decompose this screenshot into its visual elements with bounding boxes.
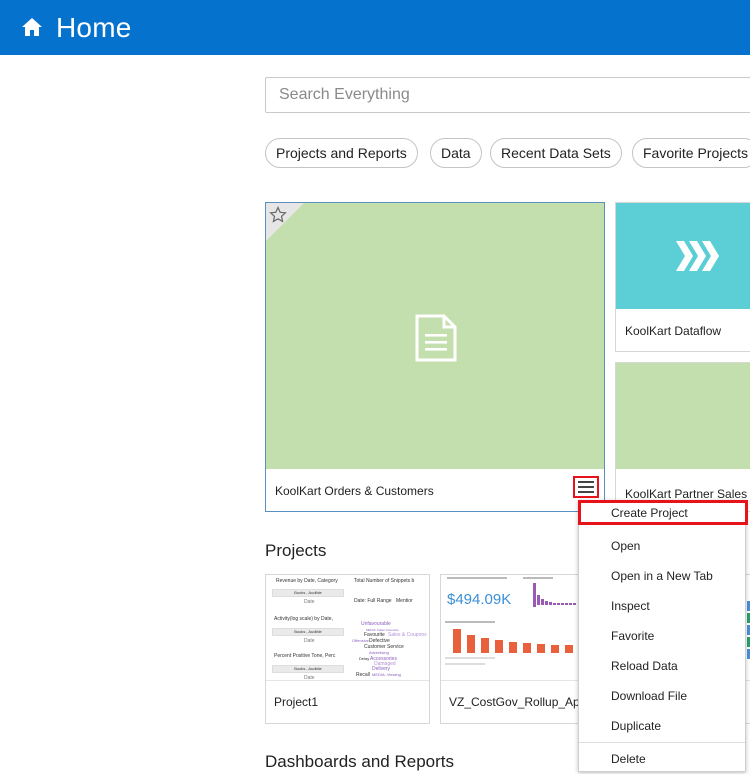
featured-card-orders-customers[interactable]: KoolKart Orders & Customers (265, 202, 605, 512)
thumb-word: Sales & Coupons (388, 632, 427, 638)
filter-chip-recent-data-sets[interactable]: Recent Data Sets (490, 138, 622, 168)
menu-item-duplicate[interactable]: Duplicate (611, 719, 661, 733)
thumb-title: Activity(log scale) by Date, (274, 616, 333, 622)
featured-card-partner-sales[interactable]: KoolKart Partner Sales (615, 362, 750, 512)
section-title-projects: Projects (265, 541, 327, 560)
menu-item-reload-data[interactable]: Reload Data (611, 659, 678, 673)
menu-item-create-project[interactable]: Create Project (611, 506, 688, 520)
menu-item-open[interactable]: Open (611, 539, 640, 553)
top-bar: Home (0, 0, 750, 55)
project-thumbnail: Revenue by Date, Category Books , Audibl… (266, 575, 429, 681)
search-input[interactable] (266, 78, 750, 112)
filter-chip-projects-reports[interactable]: Projects and Reports (265, 138, 418, 168)
thumb-title: Percent Positive Tone, Perc (274, 653, 336, 659)
card-label: KoolKart Orders & Customers (275, 484, 434, 498)
menu-item-delete[interactable]: Delete (611, 752, 646, 766)
thumb-word: Delay (359, 656, 370, 661)
hamburger-icon (578, 481, 594, 493)
thumb-word: MEDIA: Viewing (372, 672, 401, 677)
project-card-vz-costgov[interactable]: $494.09K VZ_CostGov_Rollup_Ap (440, 574, 600, 724)
search-box (265, 77, 750, 113)
card-context-menu: Create Project Open Open in a New Tab In… (578, 500, 748, 772)
filter-chip-data[interactable]: Data (430, 138, 482, 168)
thumb-word: Recall (356, 672, 370, 678)
menu-divider (579, 742, 745, 743)
thumb-filter: Date: Full Range (354, 598, 392, 604)
thumb-word: Offensive (352, 638, 369, 643)
document-icon (415, 314, 457, 362)
thumb-axis: Date (304, 638, 315, 644)
thumb-axis: Date (304, 599, 315, 605)
thumb-kpi-title: Total Number of Snippets b (354, 578, 415, 584)
thumb-chip: Books , Audible (272, 665, 344, 673)
thumb-chip: Books , Audible (272, 589, 344, 597)
card-label: KoolKart Dataflow (625, 324, 722, 338)
featured-card-dataflow[interactable]: KoolKart Dataflow (615, 202, 750, 352)
project-thumbnail: $494.09K (441, 575, 599, 681)
thumb-filter: Mentior (396, 598, 413, 604)
thumb-chip: Books , Audible (272, 628, 344, 636)
card-actions-menu-button[interactable] (573, 476, 599, 498)
menu-item-favorite[interactable]: Favorite (611, 629, 654, 643)
thumb-title: Revenue by Date, Category (276, 578, 338, 584)
thumb-bar-charts (445, 577, 587, 665)
thumb-word: Unfavourable (361, 621, 391, 627)
section-title-dashboards-reports: Dashboards and Reports (265, 752, 455, 771)
card-thumbnail (616, 203, 750, 309)
star-icon[interactable] (269, 206, 287, 224)
card-label: KoolKart Partner Sales (625, 487, 748, 501)
thumb-word: Advertising (369, 650, 389, 655)
project-card-project1[interactable]: Revenue by Date, Category Books , Audibl… (265, 574, 430, 724)
menu-item-download-file[interactable]: Download File (611, 689, 687, 703)
menu-item-inspect[interactable]: Inspect (611, 599, 650, 613)
filter-chip-favorite-projects[interactable]: Favorite Projects (632, 138, 750, 168)
thumb-axis: Date (304, 675, 315, 681)
home-icon[interactable] (21, 17, 43, 37)
project-label: Project1 (274, 695, 319, 709)
dataflow-chevrons-icon (676, 241, 719, 271)
card-thumbnail (266, 203, 604, 469)
menu-item-open-new-tab[interactable]: Open in a New Tab (611, 569, 713, 583)
page-title: Home (56, 12, 132, 43)
card-thumbnail (616, 363, 750, 469)
project-label: VZ_CostGov_Rollup_Ap (449, 695, 580, 709)
